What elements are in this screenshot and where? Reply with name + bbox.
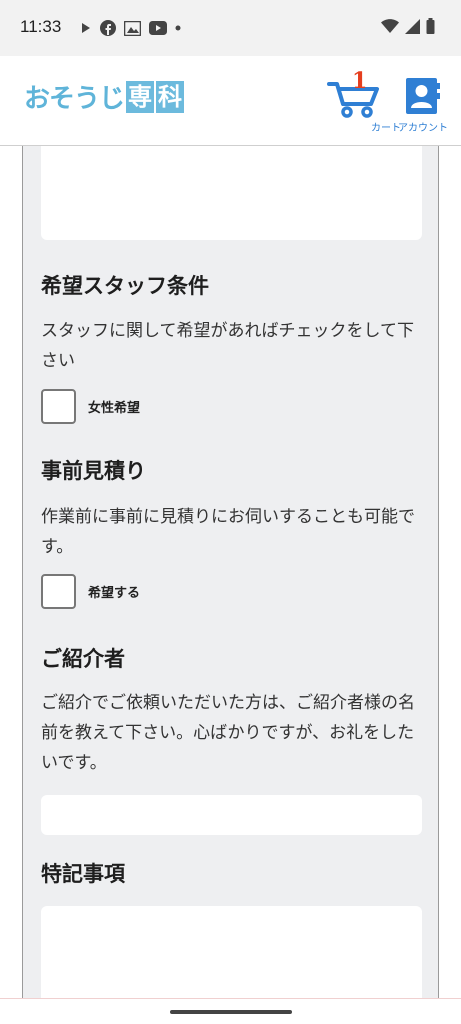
play-store-icon (82, 23, 90, 33)
notes-section-title: 特記事項 (41, 862, 125, 886)
referrer-section-description: ご紹介でご依頼いただいた方は、ご紹介者様の名前を教えて下さい。心ばかりですが、お… (41, 693, 415, 773)
status-time: 11:33 (20, 17, 62, 36)
system-icons (381, 18, 435, 34)
account-button[interactable]: アカウント (390, 76, 456, 134)
site-header: おそうじ 専 科 1 カート アカウント (0, 56, 461, 146)
female-staff-label[interactable]: 女性希望 (88, 397, 140, 416)
facebook-icon (100, 20, 116, 36)
female-staff-option[interactable]: 女性希望 (41, 389, 140, 424)
estimate-label[interactable]: 希望する (88, 582, 140, 601)
logo-text: おそうじ (24, 84, 125, 114)
dot-icon (175, 25, 181, 31)
referrer-section-title: ご紹介者 (41, 647, 125, 671)
gesture-handle[interactable] (170, 1010, 292, 1014)
notes-textarea[interactable] (41, 906, 422, 1006)
female-staff-checkbox[interactable] (41, 389, 76, 424)
staff-section-title: 希望スタッフ条件 (41, 274, 209, 298)
youtube-icon (149, 21, 167, 35)
estimate-checkbox[interactable] (41, 574, 76, 609)
wifi-icon (381, 18, 399, 33)
previous-textarea[interactable] (41, 146, 422, 240)
logo-kanji-1: 専 (126, 80, 155, 113)
site-logo[interactable]: おそうじ 専 科 (24, 78, 185, 115)
staff-section-description: スタッフに関して希望があればチェックをして下さい (41, 321, 414, 371)
account-label: アカウント (398, 123, 448, 134)
battery-icon (426, 18, 435, 34)
notification-icons (80, 18, 181, 38)
estimate-section-description: 作業前に事前に見積りにお伺いすることも可能です。 (41, 507, 415, 557)
estimate-section-title: 事前見積り (41, 459, 146, 483)
cart-count-badge: 1 (352, 68, 368, 94)
account-icon (406, 78, 440, 114)
signal-icon (405, 18, 420, 34)
status-bar: 11:33 (0, 0, 461, 56)
estimate-option[interactable]: 希望する (41, 574, 140, 609)
order-form: 希望スタッフ条件 スタッフに関して希望があればチェックをして下さい 女性希望 事… (22, 146, 439, 1006)
logo-kanji-2: 科 (156, 80, 185, 113)
referrer-input[interactable] (41, 795, 422, 835)
system-nav-bar (0, 998, 461, 1024)
gallery-icon (124, 20, 141, 36)
cart-button[interactable]: 1 カート (326, 68, 401, 134)
